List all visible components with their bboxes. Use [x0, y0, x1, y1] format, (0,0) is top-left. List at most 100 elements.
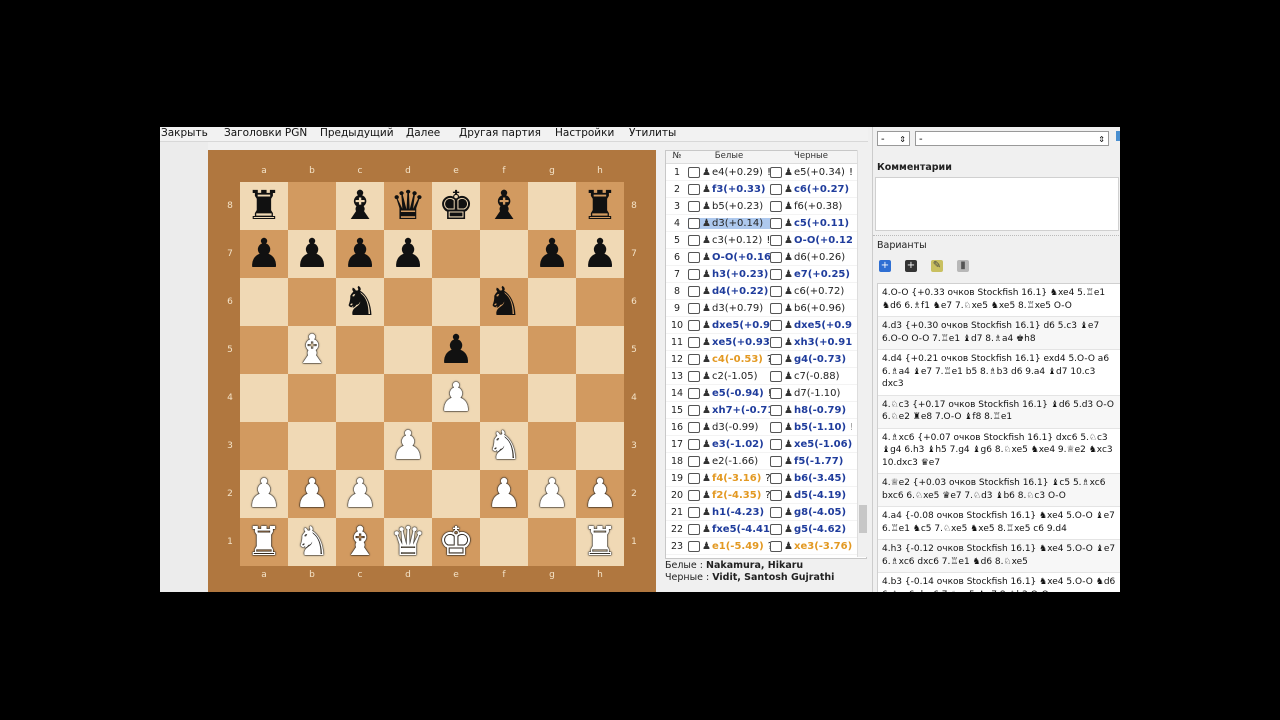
white-bishop-icon[interactable]: ♝: [342, 522, 378, 562]
menu-other-game[interactable]: Другая партия: [459, 127, 541, 140]
square-b5[interactable]: ♝: [288, 326, 336, 374]
square-b3[interactable]: [288, 422, 336, 470]
square-a1[interactable]: ♜: [240, 518, 288, 566]
black-move-cell[interactable]: ♟ g4(-0.73): [770, 353, 852, 365]
moves-scroll-thumb[interactable]: [859, 505, 867, 533]
square-c5[interactable]: [336, 326, 384, 374]
black-move-cell[interactable]: ♟ c6(+0.72): [770, 285, 852, 297]
white-move-cell[interactable]: ♟ b5(+0.23): [688, 200, 770, 212]
square-g7[interactable]: ♟: [528, 230, 576, 278]
black-move-cell[interactable]: ♟xe3(-3.76)?: [770, 540, 852, 552]
black-move-cell[interactable]: ♟xh3(+0.91)!: [770, 336, 852, 348]
square-c6[interactable]: ♞: [336, 278, 384, 326]
square-g5[interactable]: [528, 326, 576, 374]
square-d8[interactable]: ♛: [384, 182, 432, 230]
black-move-cell[interactable]: ♟ O-O(+0.12): [770, 234, 852, 246]
square-g2[interactable]: ♟: [528, 470, 576, 518]
square-b8[interactable]: [288, 182, 336, 230]
black-move-cell[interactable]: ♟ c5(+0.11): [770, 217, 852, 229]
white-move-cell[interactable]: ♟dxe5(+0.93): [688, 319, 770, 331]
square-b1[interactable]: ♞: [288, 518, 336, 566]
white-pawn-icon[interactable]: ♟: [438, 378, 474, 418]
white-move-cell[interactable]: ♟ e3(-1.02): [688, 438, 770, 450]
black-pawn-icon[interactable]: ♟: [582, 234, 618, 274]
square-g6[interactable]: [528, 278, 576, 326]
small-select[interactable]: - ⇕: [877, 131, 910, 146]
black-move-cell[interactable]: ♟ b6(+0.96): [770, 302, 852, 314]
black-move-cell[interactable]: ♟ g8(-4.05): [770, 506, 852, 518]
white-move-cell[interactable]: ♟ d3(-0.99): [688, 421, 770, 433]
add-subvariant-icon[interactable]: +: [905, 260, 917, 272]
square-e5[interactable]: ♟: [432, 326, 480, 374]
menu-next[interactable]: Далее: [406, 127, 440, 140]
black-rook-icon[interactable]: ♜: [582, 186, 618, 226]
white-move-cell[interactable]: ♟ f3(+0.33): [688, 183, 770, 195]
variant-item[interactable]: 4.d4 {+0.21 очков Stockfish 16.1} exd4 5…: [878, 350, 1120, 396]
white-move-cell[interactable]: ♟ d3(+0.14): [688, 217, 770, 229]
white-move-cell[interactable]: ♟e4(+0.29)!: [688, 166, 770, 178]
square-d1[interactable]: ♛: [384, 518, 432, 566]
variant-item[interactable]: 4.a4 {-0.08 очков Stockfish 16.1} ♞xe4 5…: [878, 507, 1120, 540]
white-move-cell[interactable]: ♟ h3(+0.23): [688, 268, 770, 280]
black-queen-icon[interactable]: ♛: [390, 186, 426, 226]
black-move-cell[interactable]: ♟e7(+0.25)!: [770, 268, 852, 280]
white-pawn-icon[interactable]: ♟: [486, 474, 522, 514]
black-move-cell[interactable]: ♟e5(+0.34)!: [770, 166, 852, 178]
square-b2[interactable]: ♟: [288, 470, 336, 518]
white-move-cell[interactable]: ♟ e2(-1.66): [688, 455, 770, 467]
moves-scrollbar[interactable]: [857, 150, 868, 557]
black-pawn-icon[interactable]: ♟: [246, 234, 282, 274]
white-pawn-icon[interactable]: ♟: [390, 426, 426, 466]
square-d3[interactable]: ♟: [384, 422, 432, 470]
black-move-cell[interactable]: ♟ c6(+0.27): [770, 183, 852, 195]
black-bishop-icon[interactable]: ♝: [342, 186, 378, 226]
black-pawn-icon[interactable]: ♟: [294, 234, 330, 274]
black-move-cell[interactable]: ♟dxe5(+0.96): [770, 319, 852, 331]
square-a7[interactable]: ♟: [240, 230, 288, 278]
square-h8[interactable]: ♜: [576, 182, 624, 230]
white-pawn-icon[interactable]: ♟: [246, 474, 282, 514]
white-move-cell[interactable]: ♟ h1(-4.23): [688, 506, 770, 518]
black-pawn-icon[interactable]: ♟: [534, 234, 570, 274]
black-move-cell[interactable]: ♟ f6(+0.38): [770, 200, 852, 212]
square-f2[interactable]: ♟: [480, 470, 528, 518]
variant-item[interactable]: 4.♘c3 {+0.17 очков Stockfish 16.1} ♝d6 5…: [878, 395, 1120, 429]
white-king-icon[interactable]: ♚: [438, 522, 474, 562]
wide-select[interactable]: - ⇕: [915, 131, 1109, 146]
menu-settings[interactable]: Настройки: [555, 127, 614, 140]
white-knight-icon[interactable]: ♞: [486, 426, 522, 466]
variant-item[interactable]: 4.♕e2 {+0.03 очков Stockfish 16.1} ♝c5 5…: [878, 474, 1120, 507]
square-h1[interactable]: ♜: [576, 518, 624, 566]
white-pawn-icon[interactable]: ♟: [294, 474, 330, 514]
black-move-cell[interactable]: ♟ h8(-0.79): [770, 404, 852, 416]
square-g3[interactable]: [528, 422, 576, 470]
square-e2[interactable]: [432, 470, 480, 518]
square-d4[interactable]: [384, 374, 432, 422]
square-a3[interactable]: [240, 422, 288, 470]
square-a4[interactable]: [240, 374, 288, 422]
square-a2[interactable]: ♟: [240, 470, 288, 518]
square-h2[interactable]: ♟: [576, 470, 624, 518]
square-d6[interactable]: [384, 278, 432, 326]
square-c3[interactable]: [336, 422, 384, 470]
white-pawn-icon[interactable]: ♟: [582, 474, 618, 514]
white-rook-icon[interactable]: ♜: [582, 522, 618, 562]
black-rook-icon[interactable]: ♜: [246, 186, 282, 226]
square-g8[interactable]: [528, 182, 576, 230]
square-h3[interactable]: [576, 422, 624, 470]
square-h6[interactable]: [576, 278, 624, 326]
square-c4[interactable]: [336, 374, 384, 422]
menu-previous[interactable]: Предыдущий: [320, 127, 394, 140]
black-move-cell[interactable]: ♟ d5(-4.19): [770, 489, 852, 501]
white-move-cell[interactable]: ♟xh7+(-0.71)!: [688, 404, 770, 416]
black-move-cell[interactable]: ♟ d7(-1.10): [770, 387, 852, 399]
square-g1[interactable]: [528, 518, 576, 566]
square-f6[interactable]: ♞: [480, 278, 528, 326]
white-move-cell[interactable]: ♟f2(-4.35)?: [688, 489, 770, 501]
square-d2[interactable]: [384, 470, 432, 518]
square-e8[interactable]: ♚: [432, 182, 480, 230]
delete-variant-icon[interactable]: ▮: [957, 260, 969, 272]
white-rook-icon[interactable]: ♜: [246, 522, 282, 562]
square-a6[interactable]: [240, 278, 288, 326]
square-g4[interactable]: [528, 374, 576, 422]
